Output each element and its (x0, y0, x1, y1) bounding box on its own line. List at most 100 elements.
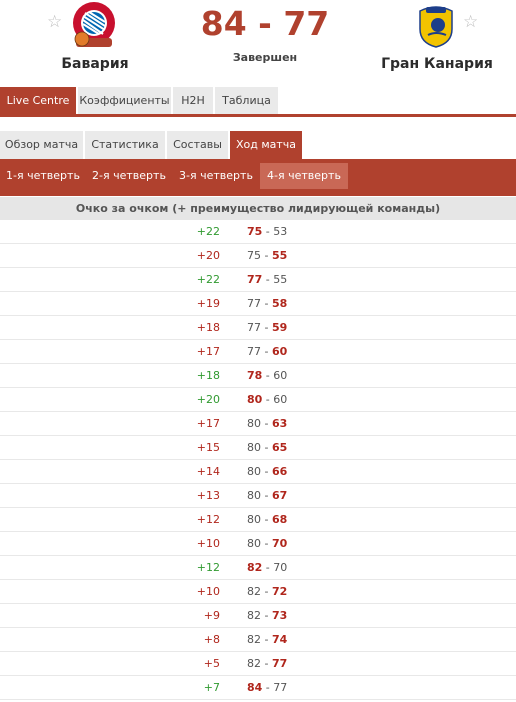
list-item: +17 80 - 63 (0, 412, 516, 436)
score-separator: - (261, 657, 272, 670)
list-item: +10 80 - 70 (0, 532, 516, 556)
lead-margin: +10 (196, 585, 220, 598)
lead-margin: +18 (196, 369, 220, 382)
running-score: 82 - 70 (247, 556, 287, 580)
running-score: 80 - 66 (247, 460, 287, 484)
away-score: 70 (271, 537, 288, 550)
score-separator: - (261, 465, 272, 478)
lead-margin: +22 (196, 225, 220, 238)
favorite-home-star-icon[interactable]: ☆ (47, 14, 62, 31)
home-score: 80 (247, 417, 261, 430)
score-separator: - (262, 369, 274, 382)
away-score: 60 (273, 393, 288, 406)
list-item: +18 78 - 60 (0, 364, 516, 388)
running-score: 80 - 63 (247, 412, 287, 436)
tab-lineups[interactable]: Составы (167, 131, 228, 160)
score-separator: - (261, 513, 272, 526)
home-score: 82 (247, 561, 263, 574)
running-score: 80 - 67 (247, 484, 287, 508)
score-separator: - (261, 321, 272, 334)
home-score: 80 (247, 465, 261, 478)
away-score: 53 (273, 225, 288, 238)
lead-margin: +7 (203, 681, 220, 694)
sub-tabs: Обзор матча Статистика Составы Ход матча (0, 131, 516, 161)
away-score: 55 (271, 249, 288, 262)
home-team-name[interactable]: Бавария (40, 56, 150, 72)
score-separator: - (261, 609, 272, 622)
tab-match-progress[interactable]: Ход матча (230, 131, 302, 160)
away-team-name[interactable]: Гран Канария (372, 56, 502, 72)
match-score: 84 - 77 (200, 4, 330, 43)
favorite-away-star-icon[interactable]: ☆ (463, 14, 478, 31)
list-item: +10 82 - 72 (0, 580, 516, 604)
lead-margin: +9 (203, 609, 220, 622)
tab-table[interactable]: Таблица (215, 87, 278, 114)
tab-quarter-3[interactable]: 3-я четверть (173, 163, 259, 189)
tab-odds[interactable]: Коэффициенты (78, 87, 171, 114)
away-score: 66 (271, 465, 288, 478)
list-item: +20 75 - 55 (0, 244, 516, 268)
running-score: 82 - 72 (247, 580, 287, 604)
score-separator: - (262, 561, 274, 574)
running-score: 82 - 74 (247, 628, 287, 652)
tab-h2h[interactable]: H2H (173, 87, 213, 114)
home-score: 80 (247, 513, 261, 526)
gran-canaria-logo (419, 6, 453, 48)
score-separator: - (261, 249, 272, 262)
score-separator: - (262, 273, 274, 286)
lead-margin: +13 (196, 489, 220, 502)
tab-quarter-1[interactable]: 1-я четверть (0, 163, 86, 189)
running-score: 80 - 65 (247, 436, 287, 460)
home-score: 75 (247, 249, 261, 262)
lead-margin: +22 (196, 273, 220, 286)
running-score: 77 - 55 (247, 268, 287, 292)
main-tabs: Live Centre Коэффициенты H2H Таблица (0, 87, 516, 117)
away-score: 60 (273, 369, 288, 382)
list-item: +9 82 - 73 (0, 604, 516, 628)
running-score: 78 - 60 (247, 364, 287, 388)
list-item: +7 84 - 77 (0, 676, 516, 700)
home-score: 82 (247, 585, 261, 598)
score-separator: - (261, 417, 272, 430)
tab-live-centre[interactable]: Live Centre (0, 87, 76, 114)
list-item: +14 80 - 66 (0, 460, 516, 484)
away-score: 72 (271, 585, 288, 598)
score-separator: - (261, 537, 272, 550)
running-score: 77 - 59 (247, 316, 287, 340)
away-score: 68 (271, 513, 288, 526)
home-score: 80 (247, 489, 261, 502)
bayern-munich-logo (73, 2, 115, 47)
tab-match-summary[interactable]: Обзор матча (0, 131, 83, 160)
home-score: 77 (247, 273, 263, 286)
away-score: 77 (271, 657, 288, 670)
running-score: 80 - 70 (247, 532, 287, 556)
away-score: 73 (271, 609, 288, 622)
home-score: 77 (247, 297, 261, 310)
home-score: 80 (247, 441, 261, 454)
tab-quarter-2[interactable]: 2-я четверть (86, 163, 172, 189)
list-item: +18 77 - 59 (0, 316, 516, 340)
tab-statistics[interactable]: Статистика (85, 131, 165, 160)
list-item: +17 77 - 60 (0, 340, 516, 364)
running-score: 75 - 53 (247, 220, 287, 244)
tab-quarter-4[interactable]: 4-я четверть (260, 163, 348, 189)
running-score: 80 - 68 (247, 508, 287, 532)
away-score: 59 (271, 321, 288, 334)
list-item: +20 80 - 60 (0, 388, 516, 412)
score-separator: - (261, 345, 272, 358)
point-by-point-header: Очко за очком (+ преимущество лидирующей… (0, 197, 516, 220)
score-separator: - (262, 225, 274, 238)
score-separator: - (261, 585, 272, 598)
score-separator: - (262, 393, 274, 406)
away-score: 55 (273, 273, 288, 286)
home-score: 80 (247, 393, 263, 406)
lead-margin: +14 (196, 465, 220, 478)
away-score: 58 (271, 297, 288, 310)
home-score: 84 (247, 681, 263, 694)
lead-margin: +8 (203, 633, 220, 646)
running-score: 82 - 73 (247, 604, 287, 628)
running-score: 84 - 77 (247, 676, 287, 700)
away-score: 77 (273, 681, 288, 694)
list-item: +12 80 - 68 (0, 508, 516, 532)
away-score: 65 (271, 441, 288, 454)
